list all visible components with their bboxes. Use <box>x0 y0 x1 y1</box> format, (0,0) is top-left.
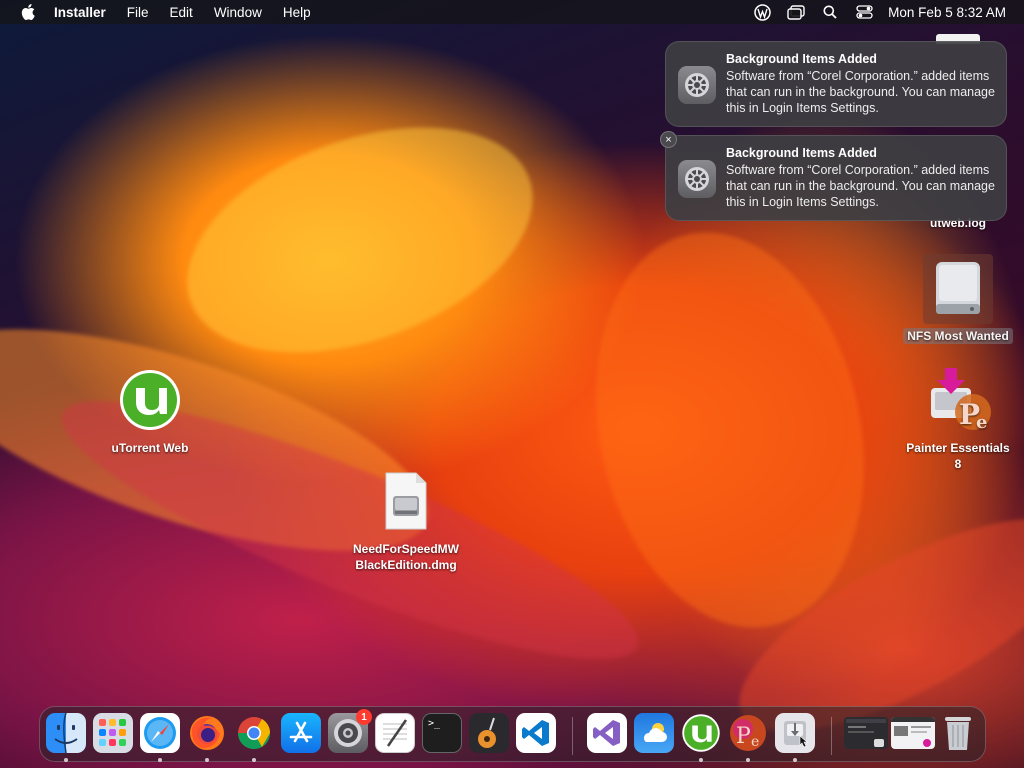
launchpad-icon[interactable] <box>93 713 133 753</box>
svg-text:P: P <box>736 724 751 749</box>
desktop-icon-label: Painter Essentials 8 <box>906 441 1010 471</box>
system-settings-gear-icon <box>678 66 716 104</box>
window-icon[interactable] <box>786 4 806 20</box>
notification-close-button[interactable]: × <box>660 131 677 148</box>
running-indicator <box>699 758 703 762</box>
svg-text:e: e <box>976 412 987 433</box>
menu-app-installer[interactable]: Installer <box>54 5 106 20</box>
running-indicator <box>793 758 797 762</box>
app-store-icon[interactable] <box>281 713 321 753</box>
painter-icon[interactable]: Pe <box>728 713 768 753</box>
notification-title: Background Items Added <box>726 146 877 160</box>
svg-text:e: e <box>751 734 759 750</box>
desktop-icon-label: NeedForSpeedMW BlackEdition.dmg <box>352 542 459 572</box>
notification-title: Background Items Added <box>726 52 877 66</box>
running-indicator <box>158 758 162 762</box>
painter-installer-icon: Pe <box>923 366 993 434</box>
notification-body: Software from “Corel Corporation.” added… <box>726 163 995 209</box>
installer-icon[interactable] <box>775 713 815 753</box>
control-center-icon[interactable] <box>854 4 874 20</box>
running-indicator <box>205 758 209 762</box>
terminal-prompt: >_ <box>428 718 441 729</box>
apple-menu-icon[interactable] <box>16 4 40 20</box>
running-indicator <box>746 758 750 762</box>
terminal-icon[interactable]: >_ <box>422 713 462 753</box>
notification-body: Software from “Corel Corporation.” added… <box>726 69 995 115</box>
desktop-icon-nfs-volume[interactable]: NFS Most Wanted <box>898 254 1018 344</box>
utorrent-icon <box>118 368 182 432</box>
desktop-icon-label-wrap: NFS Most Wanted <box>898 328 1018 344</box>
menu-file[interactable]: File <box>127 5 149 20</box>
desktop-icon-utorrent-web[interactable]: uTorrent Web <box>100 368 200 456</box>
menubar-clock[interactable]: Mon Feb 5 8:32 AM <box>888 5 1006 20</box>
dmg-file-icon <box>382 471 430 531</box>
utorrent-icon[interactable] <box>681 713 721 753</box>
weather-icon[interactable] <box>634 713 674 753</box>
search-icon[interactable] <box>820 4 840 20</box>
desktop-icon-painter-essentials[interactable]: Pe Painter Essentials 8 <box>898 366 1018 472</box>
window-preview-1[interactable] <box>844 717 888 749</box>
dock: 1 >_ Pe <box>39 706 986 762</box>
dock-separator <box>831 717 832 755</box>
finder-icon[interactable] <box>46 713 86 753</box>
system-settings-gear-icon <box>678 160 716 198</box>
window-preview-2[interactable] <box>891 717 935 749</box>
menu-edit[interactable]: Edit <box>170 5 193 20</box>
running-indicator <box>64 758 68 762</box>
firefox-icon[interactable] <box>187 713 227 753</box>
textedit-icon[interactable] <box>375 713 415 753</box>
menu-window[interactable]: Window <box>214 5 262 20</box>
notification-background-items-2[interactable]: Background Items Added Software from “Co… <box>665 135 1007 221</box>
vscode-icon[interactable] <box>516 713 556 753</box>
trash-icon[interactable] <box>938 713 978 753</box>
desktop-icon-label: uTorrent Web <box>111 441 189 455</box>
notification-badge: 1 <box>356 709 372 725</box>
wordpress-icon[interactable] <box>752 3 772 21</box>
notification-background-items-1[interactable]: Background Items Added Software from “Co… <box>665 41 1007 127</box>
menu-bar: Installer File Edit Window Help Mon Feb … <box>0 0 1024 24</box>
garageband-icon[interactable] <box>469 713 509 753</box>
menu-help[interactable]: Help <box>283 5 311 20</box>
drive-volume-icon <box>923 254 993 324</box>
dock-separator <box>572 717 573 755</box>
desktop-icon-label: NFS Most Wanted <box>903 328 1013 344</box>
visual-studio-icon[interactable] <box>587 713 627 753</box>
safari-icon[interactable] <box>140 713 180 753</box>
desktop-icon-nfs-dmg[interactable]: NeedForSpeedMW BlackEdition.dmg <box>341 471 471 573</box>
running-indicator <box>252 758 256 762</box>
chrome-icon[interactable] <box>234 713 274 753</box>
